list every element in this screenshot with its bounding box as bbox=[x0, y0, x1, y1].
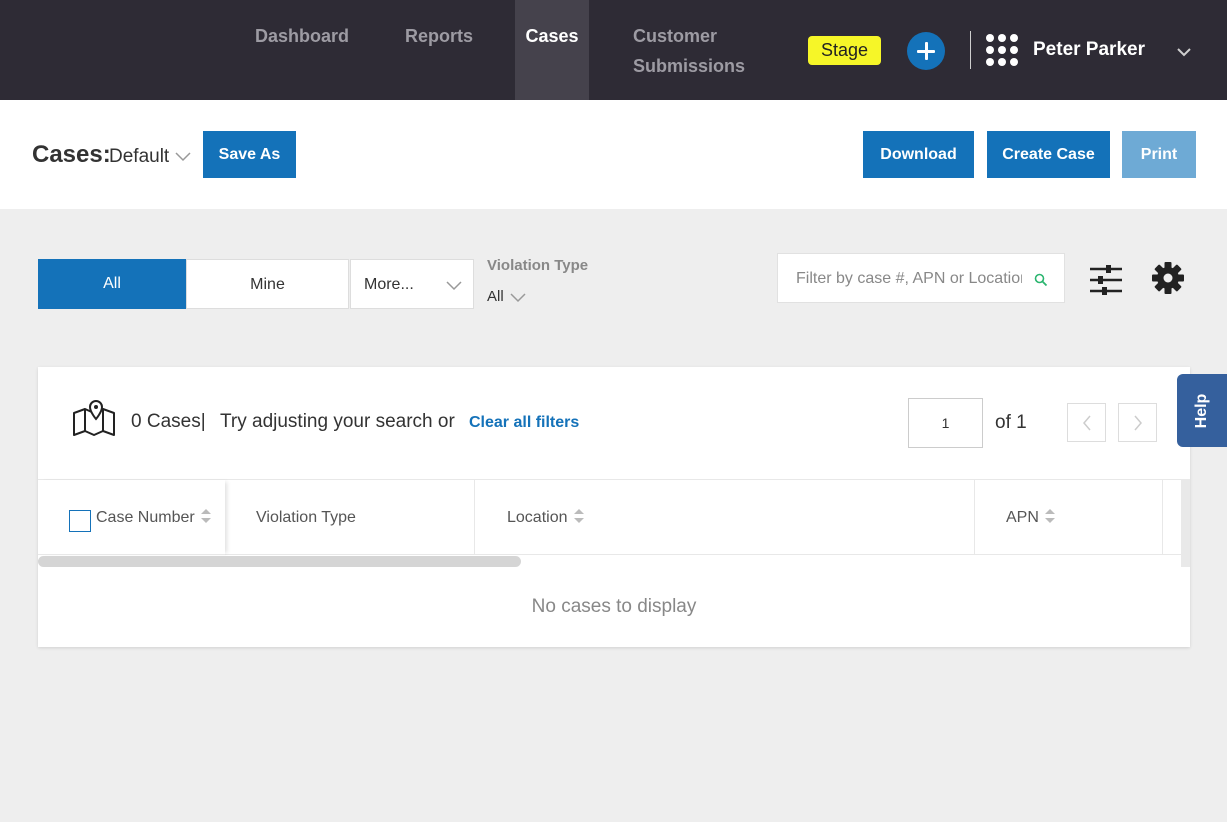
view-select[interactable]: Default bbox=[109, 146, 169, 168]
search-hint: Try adjusting your search or bbox=[220, 411, 455, 432]
clear-all-filters-link[interactable]: Clear all filters bbox=[469, 414, 579, 432]
filter-all-tab[interactable]: All bbox=[38, 259, 186, 309]
sort-icon[interactable] bbox=[573, 508, 584, 523]
search-icon[interactable] bbox=[1034, 273, 1048, 287]
column-case-number[interactable]: Case Number bbox=[38, 480, 225, 555]
vertical-scrollbar[interactable] bbox=[1181, 479, 1190, 567]
sort-icon[interactable] bbox=[200, 508, 211, 523]
case-count: 0 Cases| bbox=[131, 411, 206, 432]
search-input[interactable] bbox=[796, 268, 1022, 290]
create-case-button[interactable]: Create Case bbox=[987, 131, 1110, 178]
filter-more-dropdown[interactable]: More... bbox=[350, 259, 474, 309]
stage-badge: Stage bbox=[808, 36, 882, 65]
column-case-number-label: Case Number bbox=[96, 480, 211, 555]
prev-page-button[interactable] bbox=[1067, 403, 1106, 442]
results-card: 0 Cases| Try adjusting your search or Cl… bbox=[38, 367, 1190, 647]
chevron-right-icon bbox=[1134, 415, 1142, 431]
horizontal-scrollbar[interactable] bbox=[38, 556, 521, 567]
nav-customer-submissions[interactable]: Customer Submissions bbox=[633, 0, 773, 100]
user-name[interactable]: Peter Parker bbox=[1033, 36, 1145, 64]
page-number-input[interactable] bbox=[908, 398, 983, 448]
gear-icon[interactable] bbox=[1151, 261, 1185, 295]
chevron-down-icon[interactable] bbox=[175, 150, 191, 162]
search-box bbox=[777, 253, 1065, 303]
help-tab[interactable]: Help bbox=[1177, 374, 1227, 447]
page-total: of 1 bbox=[995, 412, 1027, 433]
chevron-down-icon bbox=[446, 281, 462, 291]
apps-grid-icon[interactable] bbox=[986, 34, 1018, 66]
sort-icon[interactable] bbox=[1044, 508, 1055, 523]
filter-more-label: More... bbox=[364, 276, 414, 293]
page-header: Cases: Default Save As Download Create C… bbox=[0, 100, 1227, 209]
filter-mine-tab[interactable]: Mine bbox=[186, 259, 349, 309]
nav-dashboard[interactable]: Dashboard bbox=[255, 0, 349, 100]
chevron-down-icon[interactable] bbox=[510, 291, 526, 303]
page-title: Cases: bbox=[32, 141, 111, 168]
empty-message: No cases to display bbox=[531, 596, 697, 617]
nav-cases[interactable]: Cases bbox=[515, 0, 589, 100]
next-page-button[interactable] bbox=[1118, 403, 1157, 442]
select-all-checkbox[interactable] bbox=[69, 510, 91, 532]
violation-type-select[interactable]: All bbox=[487, 288, 504, 305]
map-pin-icon bbox=[73, 399, 115, 436]
chevron-left-icon bbox=[1083, 415, 1091, 431]
violation-type-label: Violation Type bbox=[487, 257, 589, 274]
nav-divider bbox=[970, 31, 971, 69]
print-button[interactable]: Print bbox=[1122, 131, 1196, 178]
nav-reports[interactable]: Reports bbox=[405, 0, 473, 100]
chevron-down-icon[interactable] bbox=[1176, 44, 1192, 60]
column-violation-type[interactable]: Violation Type bbox=[225, 480, 475, 555]
table-header: Case Number Violation Type Location APN bbox=[38, 479, 1190, 555]
top-nav: Dashboard Reports Cases Customer Submiss… bbox=[0, 0, 1227, 100]
help-label: Help bbox=[1193, 393, 1210, 428]
column-location[interactable]: Location bbox=[475, 480, 975, 555]
download-button[interactable]: Download bbox=[863, 131, 974, 178]
sliders-icon[interactable] bbox=[1089, 264, 1123, 296]
add-button[interactable] bbox=[907, 32, 945, 70]
column-apn[interactable]: APN bbox=[975, 480, 1163, 555]
save-as-button[interactable]: Save As bbox=[203, 131, 296, 178]
